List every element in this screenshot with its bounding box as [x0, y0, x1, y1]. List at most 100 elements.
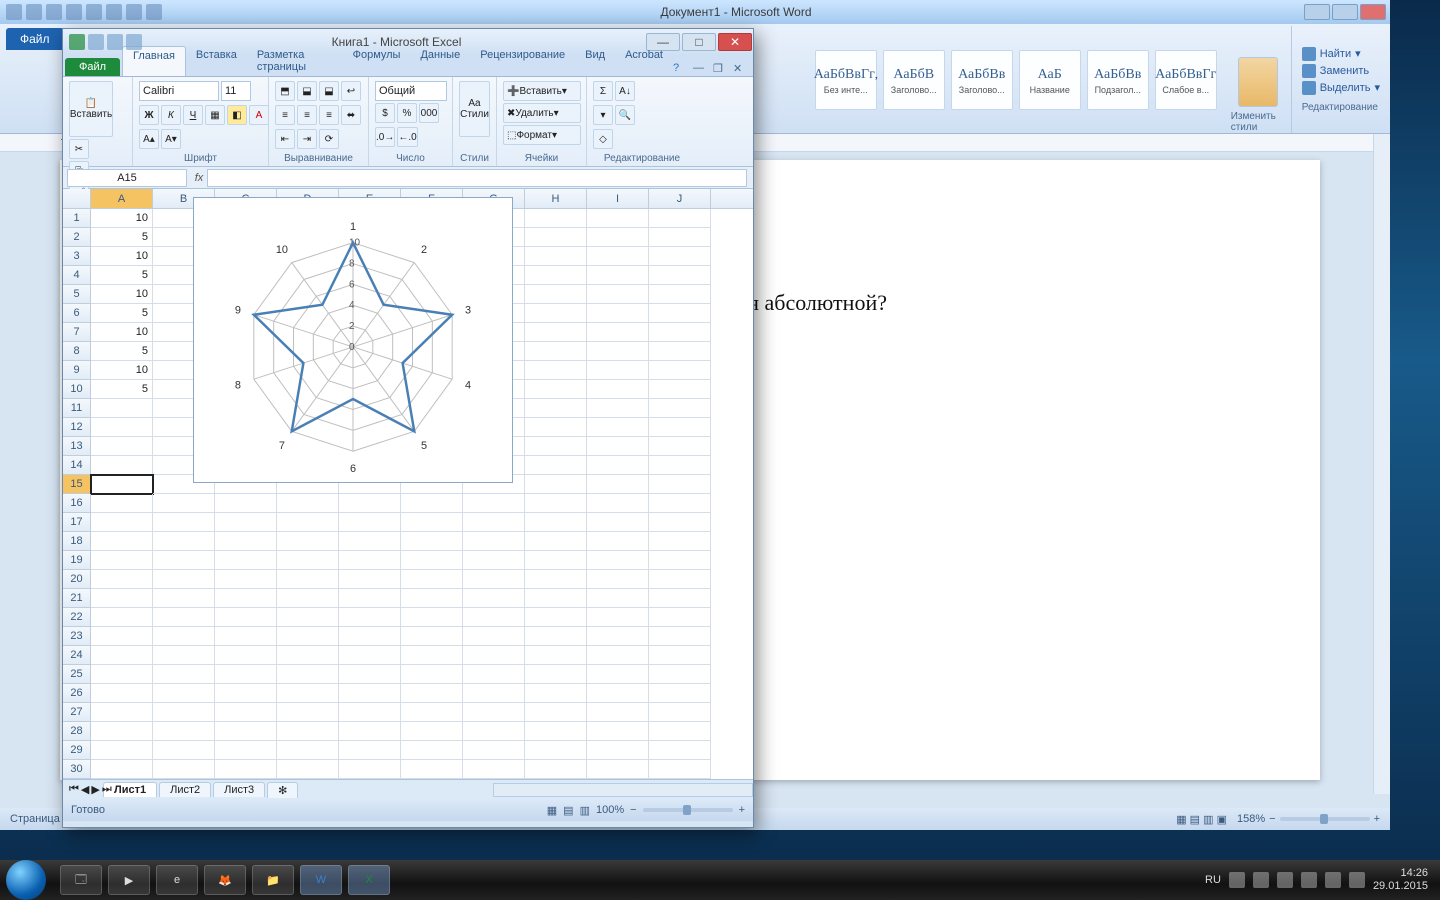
cell[interactable]: [215, 551, 277, 570]
cell[interactable]: [649, 589, 711, 608]
cell[interactable]: [91, 665, 153, 684]
cell[interactable]: [587, 513, 649, 532]
cell[interactable]: [215, 608, 277, 627]
cell[interactable]: [587, 285, 649, 304]
ribbon-tab[interactable]: Данные: [410, 46, 470, 76]
align-center-icon[interactable]: ≡: [297, 105, 317, 125]
cell[interactable]: [401, 551, 463, 570]
cell[interactable]: [91, 627, 153, 646]
cell[interactable]: [587, 399, 649, 418]
help-icon[interactable]: ?: [673, 62, 687, 76]
cell[interactable]: 5: [91, 228, 153, 247]
cell[interactable]: [277, 684, 339, 703]
zoom-out-icon[interactable]: −: [1269, 813, 1275, 825]
cell[interactable]: [525, 627, 587, 646]
dec-decimal-icon[interactable]: ←.0: [397, 127, 417, 147]
word-qat[interactable]: [0, 4, 168, 20]
sheet-tab[interactable]: Лист2: [159, 782, 211, 797]
format-cells-button[interactable]: ⬚ Формат ▾: [503, 125, 581, 145]
excel-file-tab[interactable]: Файл: [65, 58, 120, 76]
cell[interactable]: [215, 646, 277, 665]
cell[interactable]: [525, 361, 587, 380]
cell[interactable]: [587, 627, 649, 646]
cell[interactable]: [649, 551, 711, 570]
cell[interactable]: [277, 608, 339, 627]
cell[interactable]: [587, 228, 649, 247]
view-layout-icon[interactable]: ▤: [563, 804, 573, 817]
zoom-slider[interactable]: [643, 808, 733, 812]
style-option[interactable]: АаБбВвПодзагол...: [1087, 50, 1149, 110]
cell[interactable]: [463, 551, 525, 570]
cell[interactable]: [587, 342, 649, 361]
taskbar-word[interactable]: W: [300, 865, 342, 895]
row-header[interactable]: 27: [63, 703, 91, 722]
cell[interactable]: [339, 627, 401, 646]
cell[interactable]: [277, 532, 339, 551]
start-button[interactable]: [6, 860, 46, 900]
cell[interactable]: [153, 608, 215, 627]
cell[interactable]: [649, 494, 711, 513]
cell[interactable]: [91, 741, 153, 760]
taskbar-media[interactable]: ▶: [108, 865, 150, 895]
word-scrollbar[interactable]: [1373, 134, 1390, 794]
cell[interactable]: [463, 627, 525, 646]
cell[interactable]: [91, 532, 153, 551]
cell[interactable]: [649, 627, 711, 646]
row-header[interactable]: 1: [63, 209, 91, 228]
cell[interactable]: [215, 532, 277, 551]
cell[interactable]: 10: [91, 285, 153, 304]
cell[interactable]: [277, 722, 339, 741]
style-option[interactable]: АаБбВЗаголово...: [883, 50, 945, 110]
cell[interactable]: [525, 551, 587, 570]
row-header[interactable]: 24: [63, 646, 91, 665]
cell[interactable]: [525, 399, 587, 418]
cell[interactable]: [153, 741, 215, 760]
row-header[interactable]: 28: [63, 722, 91, 741]
cell[interactable]: [649, 437, 711, 456]
taskbar-app[interactable]: 🗔: [60, 865, 102, 895]
align-middle-icon[interactable]: ⬓: [297, 81, 317, 101]
cell[interactable]: [525, 266, 587, 285]
mdi-restore-icon[interactable]: ❐: [713, 62, 727, 76]
system-tray[interactable]: RU 14:2629.01.2015: [1205, 867, 1434, 893]
cell[interactable]: [339, 741, 401, 760]
cell[interactable]: [215, 741, 277, 760]
cell[interactable]: 10: [91, 247, 153, 266]
cell[interactable]: [153, 722, 215, 741]
sheet-tab[interactable]: Лист3: [213, 782, 265, 797]
sheet-nav-icon[interactable]: ⏭: [102, 783, 112, 796]
cell[interactable]: [215, 703, 277, 722]
currency-icon[interactable]: $: [375, 103, 395, 123]
cell[interactable]: [91, 570, 153, 589]
cell[interactable]: [649, 608, 711, 627]
cell[interactable]: [649, 456, 711, 475]
align-left-icon[interactable]: ≡: [275, 105, 295, 125]
cell[interactable]: [587, 684, 649, 703]
orientation-icon[interactable]: ⟳: [319, 129, 339, 149]
cell[interactable]: [649, 513, 711, 532]
ribbon-tab[interactable]: Главная: [122, 46, 186, 76]
find-select-button[interactable]: 🔍: [615, 105, 635, 125]
ribbon-tab[interactable]: Вид: [575, 46, 615, 76]
row-header[interactable]: 6: [63, 304, 91, 323]
cell[interactable]: [649, 475, 711, 494]
ribbon-tab[interactable]: Разметка страницы: [247, 46, 343, 76]
cell[interactable]: [153, 570, 215, 589]
row-header[interactable]: 18: [63, 532, 91, 551]
percent-icon[interactable]: %: [397, 103, 417, 123]
align-top-icon[interactable]: ⬒: [275, 81, 295, 101]
fill-icon[interactable]: ▾: [593, 105, 613, 125]
select-button[interactable]: Выделить ▾: [1302, 81, 1380, 95]
cell[interactable]: [339, 684, 401, 703]
word-zoom-value[interactable]: 158%: [1237, 813, 1265, 825]
cell[interactable]: [463, 741, 525, 760]
insert-cells-button[interactable]: ➕ Вставить ▾: [503, 81, 581, 101]
cell[interactable]: [463, 760, 525, 779]
word-titlebar[interactable]: Документ1 - Microsoft Word: [0, 0, 1390, 24]
row-header[interactable]: 26: [63, 684, 91, 703]
cell[interactable]: [339, 722, 401, 741]
cell[interactable]: [525, 475, 587, 494]
sheet-nav-icon[interactable]: ▶: [91, 783, 99, 796]
cell[interactable]: [91, 760, 153, 779]
cell[interactable]: [525, 760, 587, 779]
